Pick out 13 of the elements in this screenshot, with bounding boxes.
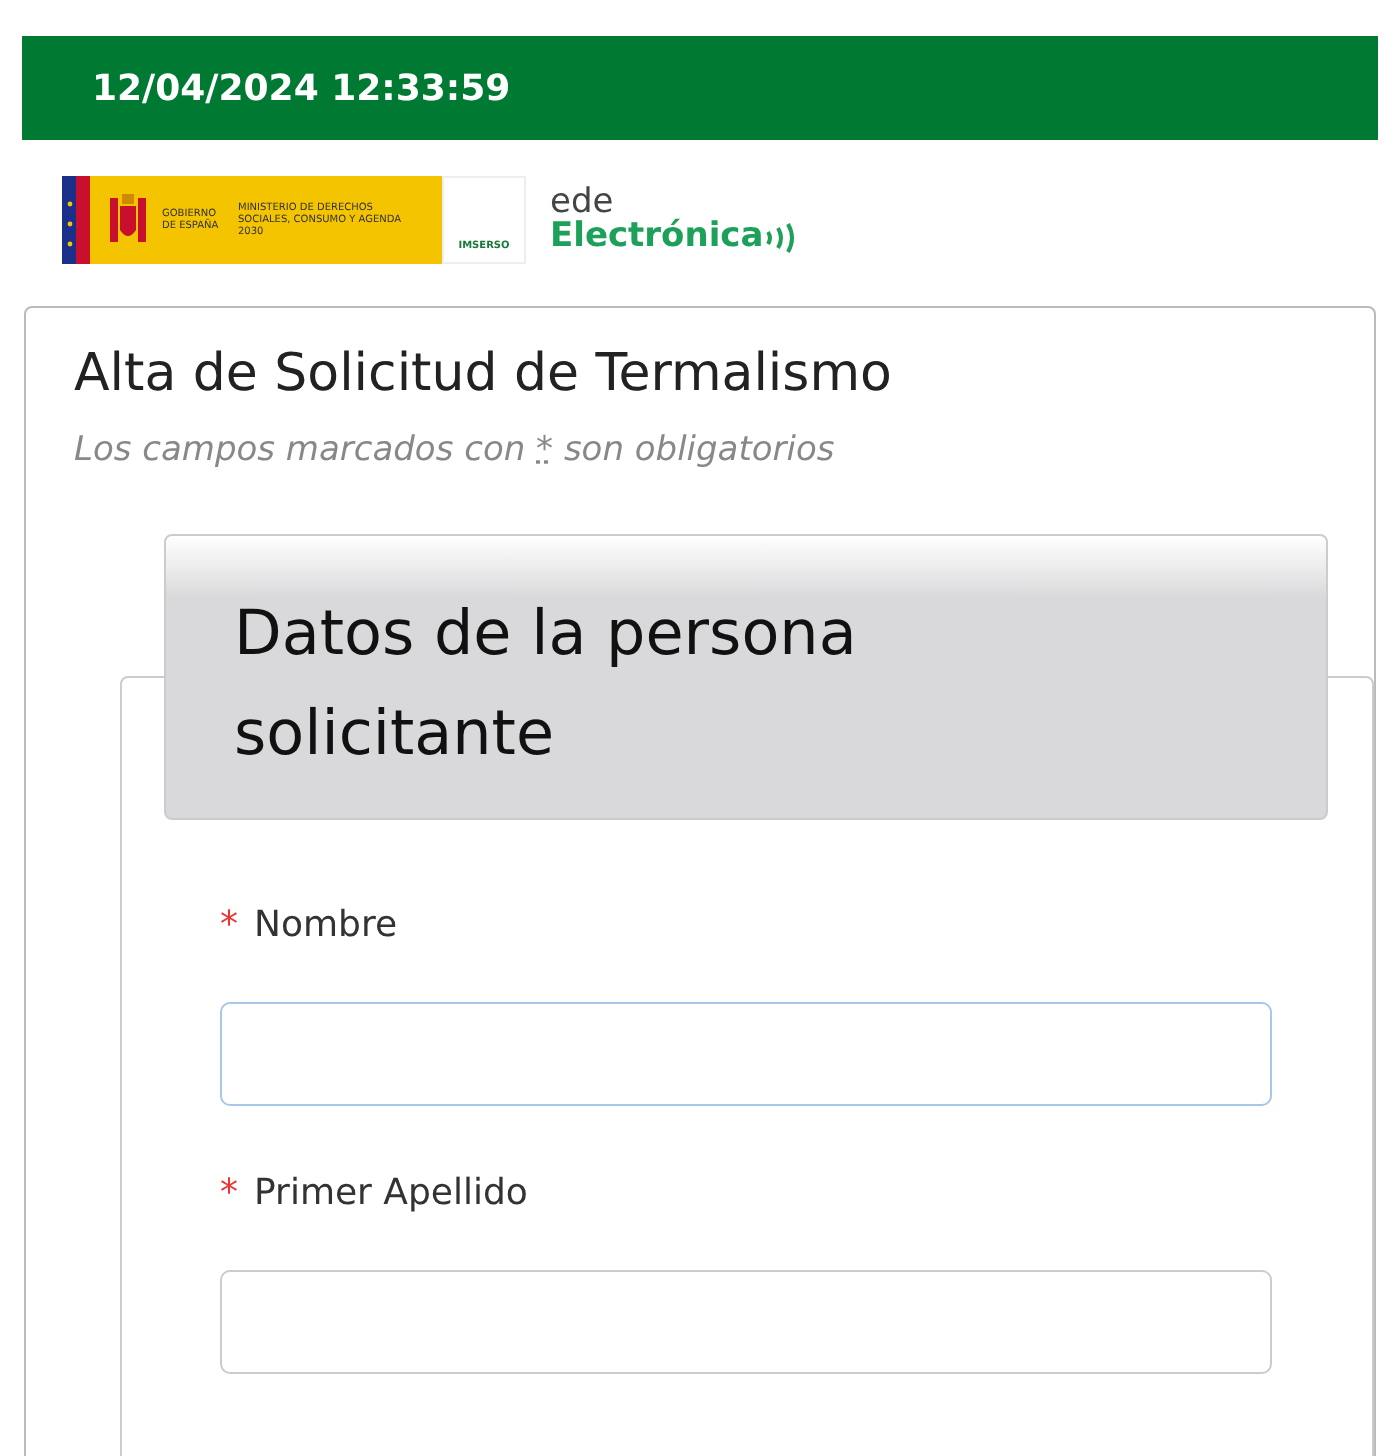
text-input[interactable] xyxy=(220,1269,1272,1373)
electronica-text: Electrónica xyxy=(550,220,764,254)
required-note: Los campos marcados con * son obligatorios xyxy=(74,428,837,474)
section-title: Datos de la persona solicitante xyxy=(234,595,859,773)
required-mark: * xyxy=(220,1171,238,1213)
sede-text: ede xyxy=(550,185,614,219)
signal-icon xyxy=(763,219,796,255)
text-input[interactable] xyxy=(220,1001,1272,1105)
required-mark: * xyxy=(220,903,238,945)
datetime: 12/04/2024 12:33:59 xyxy=(92,65,511,113)
field-label: Nombre xyxy=(254,903,398,945)
field-label: Primer Apellido xyxy=(254,1171,528,1213)
form-title: Alta de Solicitud de Termalismo xyxy=(74,342,894,408)
